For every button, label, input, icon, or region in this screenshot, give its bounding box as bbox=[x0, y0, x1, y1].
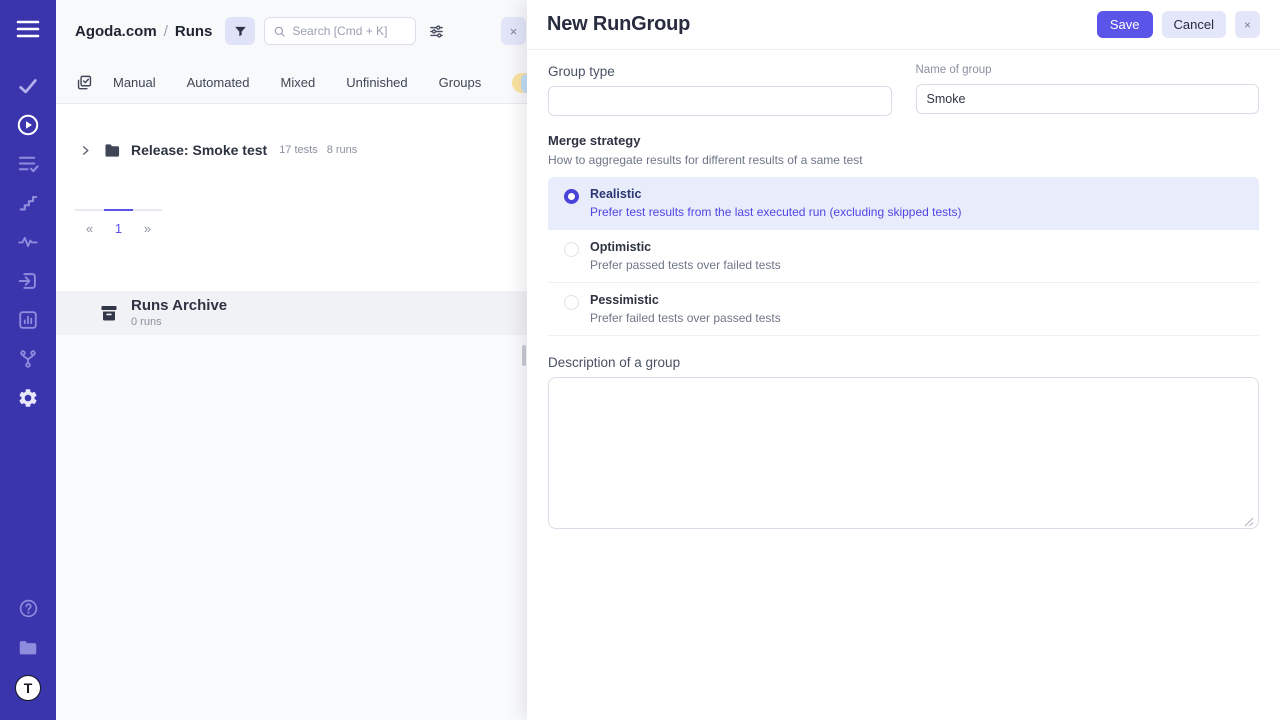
archive-runs-count: 0 runs bbox=[131, 316, 227, 328]
option-description: Prefer failed tests over passed tests bbox=[590, 311, 781, 325]
tab-unfinished[interactable]: Unfinished bbox=[346, 75, 407, 90]
panel-actions: Save Cancel × bbox=[1097, 11, 1260, 38]
funnel-icon bbox=[233, 24, 248, 39]
activity-pulse-icon[interactable] bbox=[0, 222, 56, 261]
release-tests-count: 17 tests bbox=[279, 144, 318, 156]
name-field-wrap: Name of group bbox=[916, 64, 1260, 116]
pagination-next-button[interactable]: » bbox=[133, 209, 162, 245]
runs-filter-tabs: Manual Automated Mixed Unfinished Groups… bbox=[56, 62, 527, 104]
check-icon[interactable] bbox=[0, 66, 56, 105]
tab-automated[interactable]: Automated bbox=[187, 75, 250, 90]
release-name[interactable]: Release: Smoke test bbox=[131, 142, 267, 158]
archive-box-icon bbox=[99, 303, 119, 323]
panel-body: Group type Name of group Merge strategy … bbox=[527, 50, 1280, 534]
search-input[interactable] bbox=[292, 24, 407, 38]
runs-list-body: Release: Smoke test 17 tests 8 runs « 1 … bbox=[56, 104, 527, 720]
runs-header: Agoda.com / Runs × bbox=[56, 0, 527, 62]
description-field-wrap bbox=[548, 377, 1259, 534]
close-icon[interactable]: × bbox=[1235, 11, 1260, 38]
filter-button[interactable] bbox=[225, 17, 255, 45]
breadcrumb-separator: / bbox=[164, 23, 168, 40]
merge-strategy-subtitle: How to aggregate results for different r… bbox=[548, 153, 1259, 167]
steps-icon[interactable] bbox=[0, 183, 56, 222]
sidebar: T bbox=[0, 0, 56, 720]
description-label: Description of a group bbox=[548, 355, 1259, 370]
option-title: Optimistic bbox=[590, 240, 781, 254]
search-box bbox=[264, 17, 416, 45]
close-panel-button[interactable]: × bbox=[501, 17, 526, 45]
runs-archive-row[interactable]: Runs Archive 0 runs bbox=[56, 291, 527, 335]
option-description: Prefer test results from the last execut… bbox=[590, 205, 962, 219]
new-rungroup-panel: New RunGroup Save Cancel × Group type Na… bbox=[527, 0, 1280, 720]
merge-strategy-title: Merge strategy bbox=[548, 133, 1259, 148]
search-icon bbox=[273, 25, 286, 38]
merge-strategy-options: Realistic Prefer test results from the l… bbox=[548, 177, 1259, 336]
archive-title: Runs Archive bbox=[131, 298, 227, 314]
gear-icon[interactable] bbox=[0, 378, 56, 417]
option-title: Pessimistic bbox=[590, 293, 781, 307]
pagination-prev-button[interactable]: « bbox=[75, 209, 104, 245]
name-of-group-input[interactable] bbox=[916, 84, 1260, 114]
breadcrumb-project[interactable]: Agoda.com bbox=[75, 23, 157, 40]
option-realistic[interactable]: Realistic Prefer test results from the l… bbox=[548, 177, 1259, 230]
option-pessimistic[interactable]: Pessimistic Prefer failed tests over pas… bbox=[548, 283, 1259, 336]
option-title: Realistic bbox=[590, 187, 962, 201]
tab-groups[interactable]: Groups bbox=[439, 75, 482, 90]
folder-icon[interactable] bbox=[0, 628, 56, 668]
name-of-group-label: Name of group bbox=[916, 64, 1260, 76]
bar-chart-icon[interactable] bbox=[0, 300, 56, 339]
branch-icon[interactable] bbox=[0, 339, 56, 378]
sign-in-icon[interactable] bbox=[0, 261, 56, 300]
help-icon[interactable] bbox=[0, 588, 56, 628]
breadcrumb-section[interactable]: Runs bbox=[175, 23, 213, 40]
group-type-label: Group type bbox=[548, 64, 892, 79]
tab-mixed[interactable]: Mixed bbox=[281, 75, 316, 90]
runs-list-panel: Agoda.com / Runs × Manual Automated Mixe… bbox=[56, 0, 527, 720]
radio-selected-icon[interactable] bbox=[564, 189, 579, 204]
option-description: Prefer passed tests over failed tests bbox=[590, 258, 781, 272]
group-type-field-wrap: Group type bbox=[548, 64, 892, 116]
sidebar-bottom: T bbox=[0, 588, 56, 708]
tab-manual[interactable]: Manual bbox=[113, 75, 156, 90]
scrollbar-thumb[interactable] bbox=[522, 345, 526, 366]
list-check-icon[interactable] bbox=[0, 144, 56, 183]
play-circle-icon[interactable] bbox=[0, 105, 56, 144]
pagination: « 1 » bbox=[75, 209, 527, 245]
logo-letter: T bbox=[15, 675, 41, 701]
cancel-button[interactable]: Cancel bbox=[1162, 11, 1226, 38]
description-textarea[interactable] bbox=[548, 377, 1259, 529]
radio-icon[interactable] bbox=[564, 295, 579, 310]
adjustments-icon[interactable] bbox=[428, 23, 445, 40]
radio-icon[interactable] bbox=[564, 242, 579, 257]
save-button[interactable]: Save bbox=[1097, 11, 1153, 38]
release-runs-count: 8 runs bbox=[327, 144, 358, 156]
page-title: New RunGroup bbox=[547, 13, 690, 36]
folder-icon bbox=[104, 143, 121, 158]
empty-list-area bbox=[56, 335, 527, 720]
chevron-right-icon[interactable] bbox=[80, 145, 91, 156]
hamburger-menu-icon[interactable] bbox=[0, 10, 56, 48]
breadcrumb: Agoda.com / Runs bbox=[75, 23, 212, 40]
release-row[interactable]: Release: Smoke test 17 tests 8 runs bbox=[56, 142, 527, 158]
pagination-page-1[interactable]: 1 bbox=[104, 209, 133, 245]
select-all-icon[interactable] bbox=[76, 74, 93, 91]
profile-logo-avatar[interactable]: T bbox=[0, 668, 56, 708]
option-optimistic[interactable]: Optimistic Prefer passed tests over fail… bbox=[548, 230, 1259, 283]
group-type-input[interactable] bbox=[548, 86, 892, 116]
panel-header: New RunGroup Save Cancel × bbox=[527, 0, 1280, 50]
